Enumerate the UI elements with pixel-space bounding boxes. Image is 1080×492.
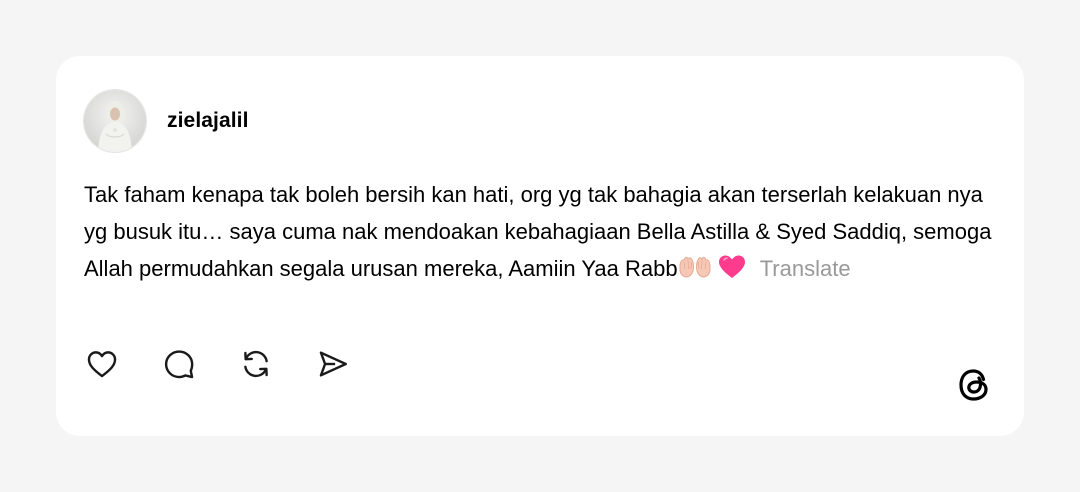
share-icon	[319, 351, 347, 377]
threads-logo-icon	[953, 364, 995, 406]
post-text: Tak faham kenapa tak boleh bersih kan ha…	[84, 182, 992, 281]
repost-icon	[244, 350, 268, 378]
post-body: Tak faham kenapa tak boleh bersih kan ha…	[84, 176, 1004, 290]
avatar[interactable]	[84, 90, 146, 152]
raising-hands-emoji	[678, 253, 712, 290]
heart-icon	[87, 351, 117, 378]
post-header: zielajalil	[84, 90, 249, 152]
pink-heart-emoji	[718, 253, 746, 290]
comment-button[interactable]	[161, 346, 197, 382]
repost-button[interactable]	[238, 346, 274, 382]
action-bar	[84, 346, 392, 382]
post-card: zielajalil Tak faham kenapa tak boleh be…	[56, 56, 1024, 436]
comment-icon	[164, 350, 194, 379]
share-button[interactable]	[315, 346, 351, 382]
translate-link[interactable]: Translate	[760, 256, 851, 281]
username[interactable]: zielajalil	[167, 109, 249, 133]
like-button[interactable]	[84, 346, 120, 382]
